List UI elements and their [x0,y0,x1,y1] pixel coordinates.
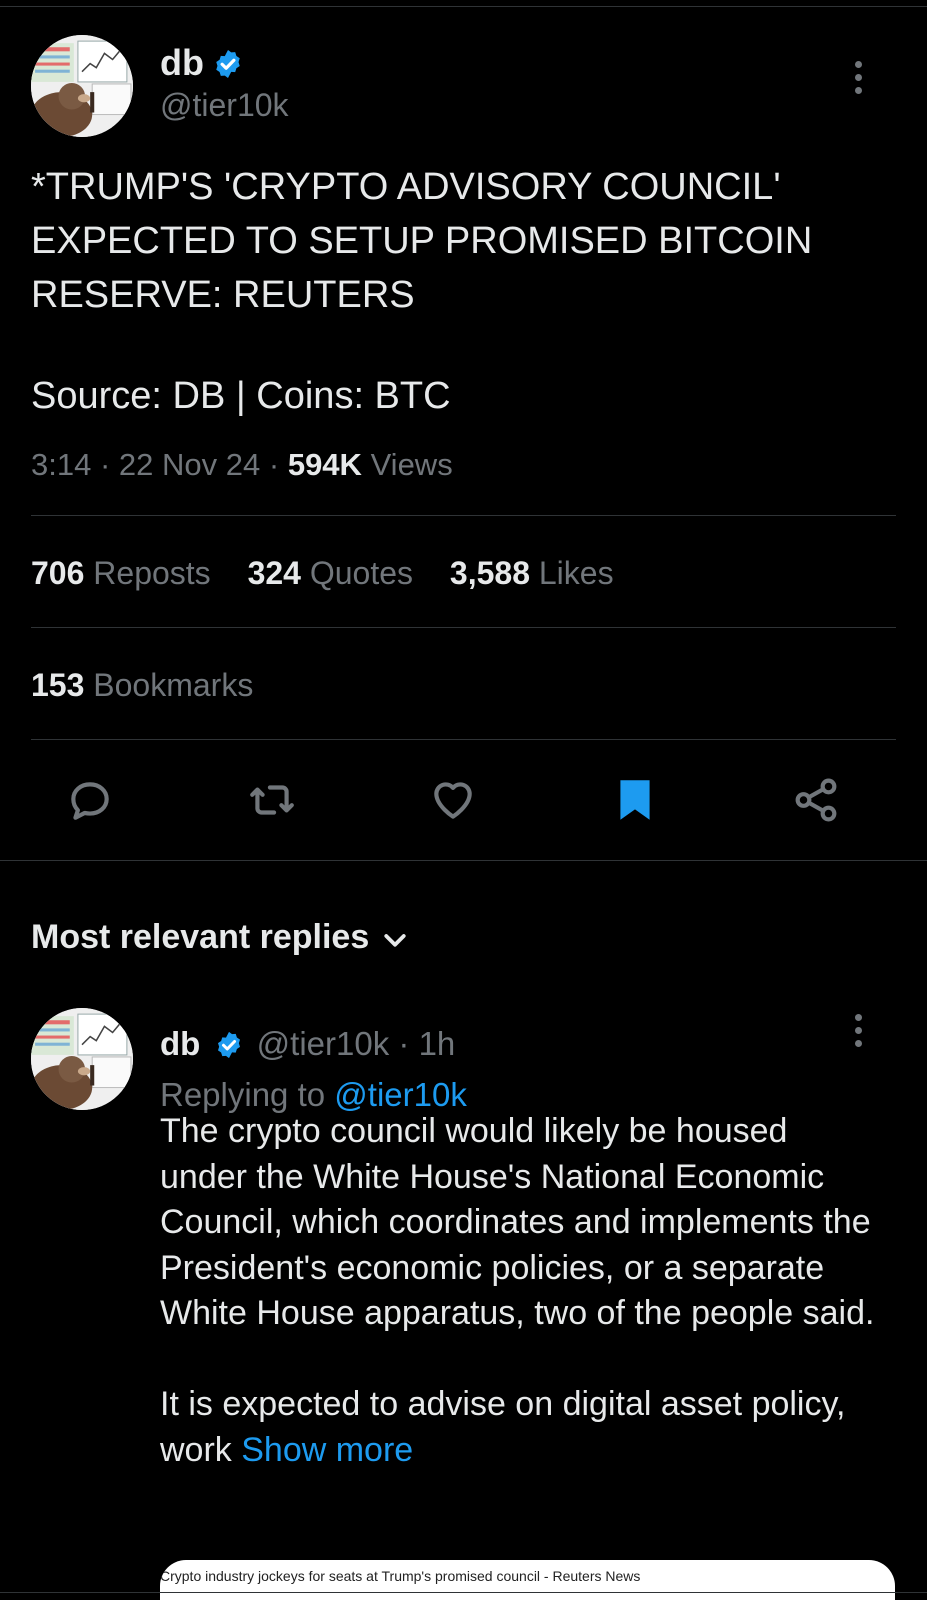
views-label: Views [370,447,453,482]
tweet-detail-page: db @tier10k *TRUMP'S 'CRYPTO ADVISORY CO… [0,0,927,1600]
replying-prefix: Replying to [160,1076,326,1113]
repost-icon [250,785,294,815]
reply-author-name[interactable]: db [160,1025,200,1062]
likes-stat[interactable]: 3,588 Likes [450,555,614,592]
heart-icon [434,782,472,819]
tweet-date[interactable]: 22 Nov 24 [119,447,260,482]
more-options-icon[interactable] [853,61,863,100]
verified-badge-icon [217,1031,240,1059]
tweet-meta: 3:14 · 22 Nov 24 · 594K Views [31,447,453,483]
bookmarks-stat[interactable]: 153 Bookmarks [31,667,253,704]
quotes-label: Quotes [309,555,414,591]
reposts-stat[interactable]: 706 Reposts [31,555,211,592]
reply-age[interactable]: 1h [419,1025,456,1062]
reply-separator: · [398,1025,410,1062]
quotes-stat[interactable]: 324 Quotes [248,555,413,592]
quotes-count: 324 [247,555,301,591]
reply-author-avatar[interactable] [31,1008,133,1110]
likes-label: Likes [538,555,614,591]
meta-separator: · [268,447,280,482]
divider [31,515,896,516]
divider [31,627,896,628]
link-preview-title: Crypto industry jockeys for seats at Tru… [160,1568,641,1584]
reply-author-handle[interactable]: @tier10k [257,1025,390,1062]
reply-header: db @tier10k · 1h [160,1025,455,1063]
meta-separator: · [99,447,111,482]
link-preview-card[interactable]: Crypto industry jockeys for seats at Tru… [160,1560,895,1600]
likes-count: 3,588 [449,555,530,591]
bookmark-stats: 153 Bookmarks [31,667,281,704]
reply-icon [71,782,109,820]
show-more-link[interactable]: Show more [241,1431,413,1469]
views-count[interactable]: 594K [288,447,362,482]
bookmark-button[interactable] [603,768,667,832]
section-divider [0,860,927,861]
chevron-down-icon[interactable] [380,926,410,956]
replying-to-handle-link[interactable]: @tier10k [334,1076,467,1113]
reply-more-options-icon[interactable] [853,1014,863,1053]
reply-button[interactable] [58,768,122,832]
repost-button[interactable] [240,768,304,832]
tweet-source-line: Source: DB | Coins: BTC [31,375,451,417]
bookmark-icon [620,780,650,820]
reposts-label: Reposts [93,555,211,591]
author-name[interactable]: db [160,42,204,84]
share-button[interactable] [784,768,848,832]
divider [31,739,896,740]
replies-sort-label[interactable]: Most relevant replies [31,918,369,957]
bookmarks-count: 153 [31,667,85,703]
bottom-divider [0,1592,927,1593]
verified-badge-icon [216,50,240,78]
action-bar [0,768,927,840]
top-divider [0,6,927,7]
reply-text: The crypto council would likely be house… [160,1112,875,1469]
bookmarks-label: Bookmarks [93,667,254,703]
engagement-stats: 706 Reposts 324 Quotes 3,588 Likes [31,555,642,592]
share-icon [795,778,837,822]
author-handle[interactable]: @tier10k [160,87,289,124]
like-button[interactable] [421,768,485,832]
tweet-text: *TRUMP'S 'CRYPTO ADVISORY COUNCIL' EXPEC… [31,166,813,316]
author-avatar[interactable] [31,35,133,137]
tweet-time[interactable]: 3:14 [31,447,91,482]
reposts-count: 706 [31,555,85,591]
reply-text-block: The crypto council would likely be house… [160,1109,880,1473]
